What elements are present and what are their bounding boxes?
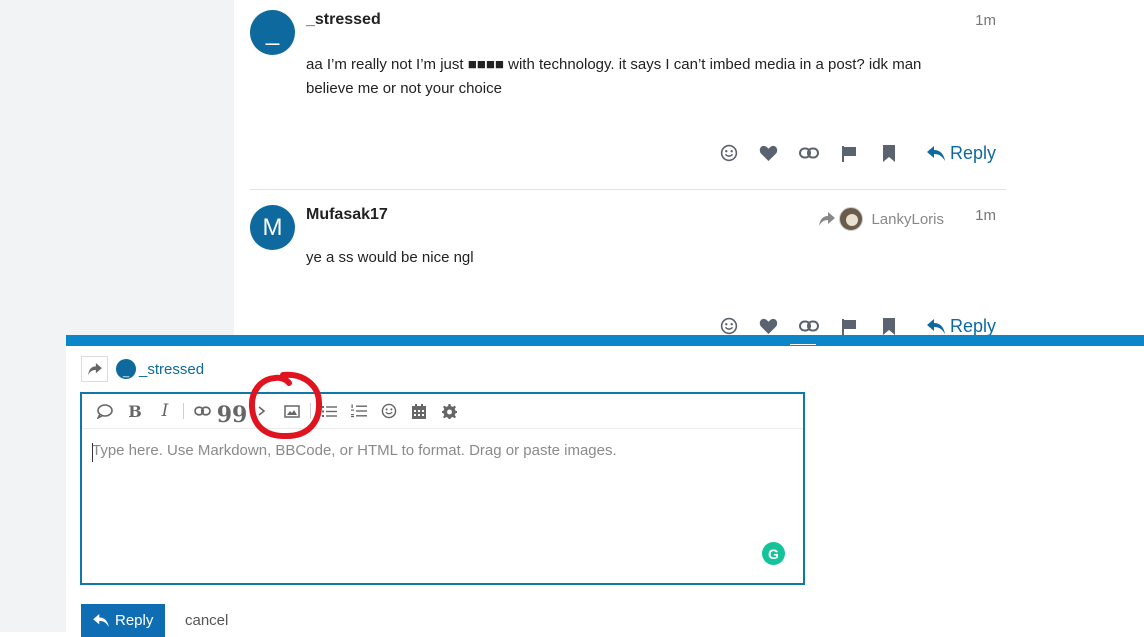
post-body-line: aa I’m really not I’m just ■■■■ with tec… [306, 56, 922, 73]
post-body-line: ye a ss would be nice ngl [306, 249, 474, 266]
reply-icon [926, 145, 945, 161]
link-icon[interactable] [187, 397, 217, 425]
reply-icon [926, 318, 945, 334]
post-body: aa I’m really not I’m just ■■■■ with tec… [306, 53, 996, 101]
link-icon[interactable] [789, 138, 829, 168]
heart-icon[interactable] [749, 138, 789, 168]
share-arrow-icon [87, 363, 102, 375]
emoji-icon[interactable] [374, 397, 404, 425]
reply-button[interactable]: Reply [926, 315, 996, 337]
avatar[interactable]: M [250, 205, 295, 250]
avatar-letter: _ [265, 18, 280, 46]
gear-icon[interactable] [434, 397, 464, 425]
composer-actions-toggle[interactable] [81, 356, 108, 382]
post-mufasak17: M Mufasak17 LankyLoris 1m ye a ss would … [250, 205, 1006, 337]
editor: B I 99 Type here. Use Markdown, BBCode, … [80, 392, 805, 585]
smile-icon[interactable] [709, 138, 749, 168]
reply-button[interactable]: Reply [926, 142, 996, 164]
post-date[interactable]: 1m [975, 12, 996, 29]
reply-label: Reply [949, 315, 996, 336]
code-icon[interactable] [247, 397, 277, 425]
submit-label: Reply [115, 612, 154, 629]
reply-to-avatar: _ [116, 359, 136, 379]
bullet-list-icon[interactable] [314, 397, 344, 425]
post-username[interactable]: _stressed [306, 11, 381, 29]
flag-icon[interactable] [829, 138, 869, 168]
post-body-line: believe me or not your choice [306, 80, 502, 97]
italic-icon[interactable]: I [150, 397, 180, 425]
reply-to-username: LankyLoris [871, 210, 944, 228]
numbered-list-icon[interactable] [344, 397, 374, 425]
reply-label: Reply [949, 142, 996, 163]
editor-toolbar: B I 99 [82, 394, 803, 429]
post-date[interactable]: 1m [975, 207, 996, 224]
toolbar-separator [183, 403, 184, 419]
reply-arrow-icon [819, 212, 836, 226]
submit-reply-button[interactable]: Reply [81, 604, 166, 637]
quote-bubble-icon[interactable] [90, 397, 120, 425]
post-body: ye a ss would be nice ngl [306, 246, 996, 270]
reply-textarea[interactable] [92, 442, 792, 502]
composer-reply-target: _ _stressed [81, 356, 204, 382]
reply-icon [93, 614, 109, 627]
cancel-link[interactable]: cancel [185, 612, 228, 629]
post-username[interactable]: Mufasak17 [306, 206, 388, 224]
reply-composer: _ _stressed B I 99 Type here. Use Markdo… [66, 335, 1144, 637]
grammarly-icon[interactable]: G [762, 542, 785, 565]
toolbar-separator [310, 403, 311, 419]
bookmark-icon[interactable] [869, 138, 909, 168]
reply-to-username[interactable]: _stressed [139, 361, 204, 378]
bold-icon[interactable]: B [120, 397, 150, 425]
post-divider [250, 189, 1006, 190]
blockquote-icon[interactable]: 99 [217, 397, 248, 426]
text-cursor [92, 443, 93, 462]
composer-resize-grip[interactable] [790, 344, 816, 347]
avatar[interactable]: _ [250, 10, 295, 55]
reply-to-tab[interactable]: LankyLoris [819, 207, 944, 231]
post-stressed: _ _stressed 1m aa I’m really not I’m jus… [250, 10, 1006, 185]
post-actions: Reply [709, 138, 996, 168]
avatar-letter: M [262, 213, 283, 241]
image-upload-icon[interactable] [277, 397, 307, 425]
reply-to-avatar [839, 207, 864, 231]
calendar-icon[interactable] [404, 397, 434, 425]
